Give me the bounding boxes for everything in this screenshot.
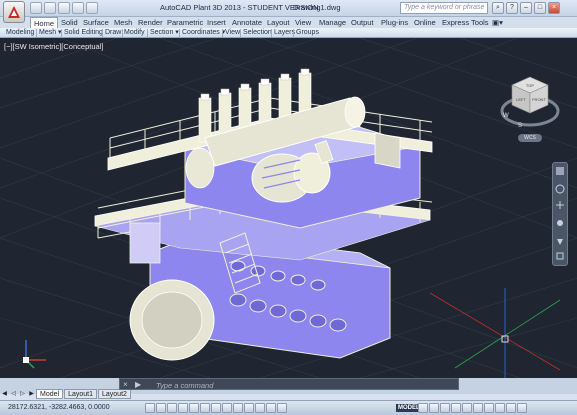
tab-view[interactable]: View [295,17,311,28]
ucs-axes-icon [23,340,46,369]
tab-insert[interactable]: Insert [207,17,226,28]
workspace-switching-icon[interactable] [462,403,472,413]
tab-manage[interactable]: Manage [319,17,346,28]
panel-mesh[interactable]: Mesh ▾ [39,28,62,38]
panel-draw[interactable]: Draw [105,28,121,38]
tab-model[interactable]: Model [36,389,64,399]
next-tab-icon[interactable]: ▷ [18,389,27,399]
ortho-icon[interactable] [167,403,177,413]
tab-layout2[interactable]: Layout2 [98,389,131,399]
panel-coordinates[interactable]: Coordinates ▾ [182,28,225,38]
osnap-icon[interactable] [189,403,199,413]
close-icon[interactable]: × [548,2,560,14]
quick-view-layouts-icon[interactable] [418,403,428,413]
tab-layout[interactable]: Layout [267,17,290,28]
minimize-icon[interactable]: – [520,2,532,14]
maximize-icon[interactable]: □ [534,2,546,14]
cursor-coordinates[interactable]: 28172.6321, -3282.4663, 0.0000 [8,404,110,411]
help-icon[interactable]: ? [506,2,518,14]
viewcube-front-label[interactable]: FRONT [532,97,546,102]
tab-render[interactable]: Render [138,17,163,28]
3d-osnap-icon[interactable] [200,403,210,413]
open-icon[interactable] [44,2,56,14]
viewcube-top-label[interactable]: TOP [526,83,534,88]
navigation-bar[interactable] [552,162,568,266]
dyn-icon[interactable] [233,403,243,413]
panel-layers[interactable]: Layers [274,28,295,38]
status-bar: 28172.6321, -3282.4663, 0.0000 MODEL [0,400,577,415]
panel-solid-editing[interactable]: Solid Editing [64,28,103,38]
layout-tabs: ◀ ◁ ▷ ▶ Model Layout1 Layout2 [0,389,132,399]
viewport-canvas [0,38,577,378]
wcs-menu[interactable]: WCS [518,134,542,142]
panel-selection[interactable]: Selection [243,28,272,38]
navigation-bar-icons [555,167,565,260]
redo-icon[interactable] [86,2,98,14]
panel-view[interactable]: View [225,28,240,38]
tab-solid[interactable]: Solid [61,17,78,28]
lineweight-icon[interactable] [244,403,254,413]
ribbon-tabs: Home Solid Surface Mesh Render Parametri… [0,17,577,28]
command-prompt-icon[interactable]: ▶ [135,379,141,390]
ribbon-panel-bar: Modeling Mesh ▾ Solid Editing Draw Modif… [0,28,577,38]
save-icon[interactable] [58,2,70,14]
document-name: Drawing1.dwg [293,3,341,12]
tab-layout1[interactable]: Layout1 [64,389,97,399]
tab-parametric[interactable]: Parametric [167,17,203,28]
ucs-cursor [429,288,561,378]
ducs-icon[interactable] [222,403,232,413]
last-tab-icon[interactable]: ▶ [27,389,36,399]
search-icon[interactable]: ⌕ [492,2,504,14]
new-icon[interactable] [30,2,42,14]
command-area: ◀ ◁ ▷ ▶ Model Layout1 Layout2 × ▶ [0,378,577,399]
tab-output[interactable]: Output [351,17,374,28]
annotation-scale-icon[interactable] [440,403,450,413]
undo-icon[interactable] [72,2,84,14]
selection-cycling-icon[interactable] [277,403,287,413]
panel-groups[interactable]: Groups [296,28,319,38]
ribbon-minimize-button[interactable]: ▣▾ [492,17,503,28]
transparency-icon[interactable] [255,403,265,413]
annotation-visibility-icon[interactable] [451,403,461,413]
status-bar-menu-icon[interactable] [506,403,516,413]
engine-model[interactable] [94,68,433,361]
compass-west-label[interactable]: W [503,113,509,119]
quick-properties-icon[interactable] [266,403,276,413]
polar-icon[interactable] [178,403,188,413]
isolate-objects-icon[interactable] [495,403,505,413]
quick-access-toolbar [30,2,98,14]
tab-surface[interactable]: Surface [83,17,109,28]
hardware-acceleration-icon[interactable] [484,403,494,413]
command-line: × ▶ [119,378,459,390]
tab-home[interactable]: Home [30,17,59,28]
tab-plug-ins[interactable]: Plug-ins [381,17,408,28]
close-icon[interactable]: × [123,379,128,390]
tab-online[interactable]: Online [414,17,436,28]
prev-tab-icon[interactable]: ◁ [9,389,18,399]
clean-screen-icon[interactable] [517,403,527,413]
first-tab-icon[interactable]: ◀ [0,389,9,399]
viewport-controls-label[interactable]: [−][SW Isometric][Conceptual] [4,42,103,51]
application-menu-button[interactable] [3,1,25,23]
panel-section[interactable]: Section ▾ [150,28,179,38]
help-search-input[interactable]: Type a keyword or phrase [400,2,488,14]
tab-mesh[interactable]: Mesh [114,17,132,28]
tab-annotate[interactable]: Annotate [232,17,262,28]
lock-icon[interactable] [473,403,483,413]
quick-view-drawings-icon[interactable] [429,403,439,413]
drawing-viewport[interactable]: [−][SW Isometric][Conceptual] TOP LEFT F… [0,38,577,378]
autocad-logo-icon [8,6,20,18]
panel-modify[interactable]: Modify [124,28,145,38]
command-input[interactable] [156,380,436,390]
otrack-icon[interactable] [211,403,221,413]
panel-modeling[interactable]: Modeling [6,28,34,38]
snap-icon[interactable] [145,403,155,413]
viewcube-left-label[interactable]: LEFT [516,97,526,102]
grid-icon[interactable] [156,403,166,413]
viewcube-icon[interactable]: TOP LEFT FRONT S W [500,73,560,133]
drafting-toggles [145,403,287,413]
tab-express-tools[interactable]: Express Tools [442,17,489,28]
title-bar: AutoCAD Plant 3D 2013 - STUDENT VERSION … [0,0,577,23]
compass-south-label[interactable]: S [518,123,522,129]
